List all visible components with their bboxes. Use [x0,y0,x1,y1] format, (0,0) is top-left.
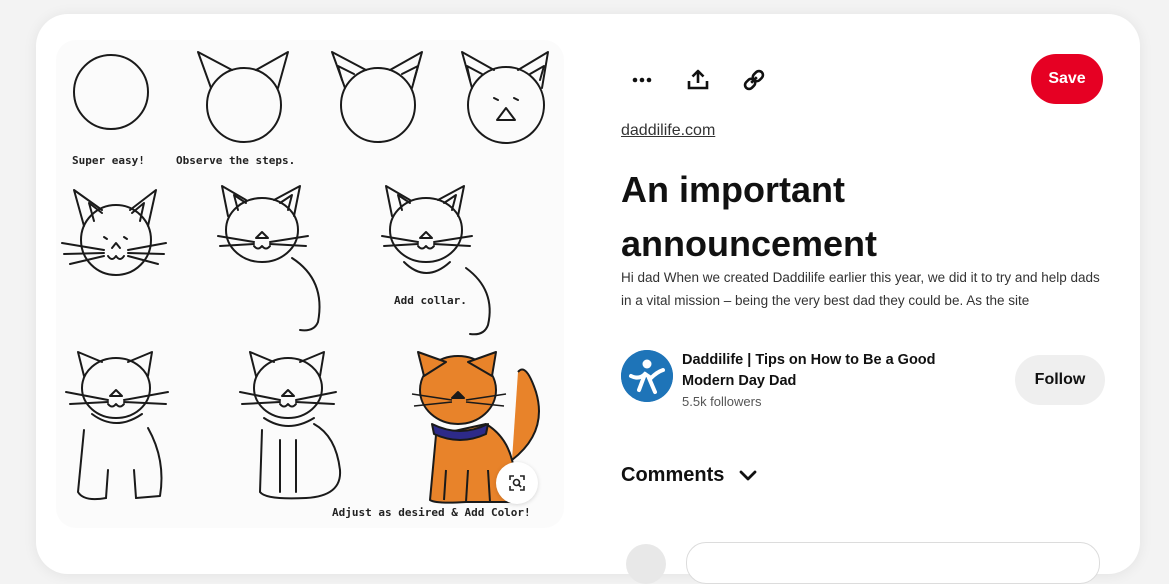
pin-title: An important announcement [621,169,878,264]
magnifier-icon [509,475,525,491]
comment-input[interactable] [686,542,1100,584]
creator-avatar[interactable] [621,350,673,402]
cat-drawing-steps [61,51,549,504]
creator-name[interactable]: Daddilife | Tips on How to Be a Good Mod… [682,350,972,392]
pin-image[interactable]: Super easy! Observe the steps. Add colla… [56,40,564,528]
more-options-button[interactable] [624,62,660,98]
comments-toggle[interactable]: Comments [621,464,758,487]
visual-search-button[interactable] [496,462,538,504]
caption-step-10: Adjust as desired & Add Color! [332,506,531,519]
caption-step-7: Add collar. [394,294,467,307]
copy-link-button[interactable] [736,62,772,98]
chevron-down-icon [739,470,757,480]
caption-step-1: Super easy! [72,154,145,167]
follow-button[interactable]: Follow [1015,355,1105,405]
pin-description: Hi dad When we created Daddilife earlier… [621,270,1100,308]
caption-step-2: Observe the steps. [176,154,296,167]
commenter-avatar [626,544,666,584]
share-icon [687,69,709,90]
follower-count: 5.5k followers [682,394,762,409]
comments-label: Comments [621,464,725,486]
save-button[interactable]: Save [1031,54,1103,104]
link-icon [743,69,765,91]
more-options-icon [632,77,652,83]
daddilife-logo [621,350,673,402]
creator-info: Daddilife | Tips on How to Be a Good Mod… [621,350,972,412]
share-button[interactable] [680,62,716,98]
pin-toolbar [624,62,772,98]
source-link[interactable]: daddilife.com [621,122,715,140]
